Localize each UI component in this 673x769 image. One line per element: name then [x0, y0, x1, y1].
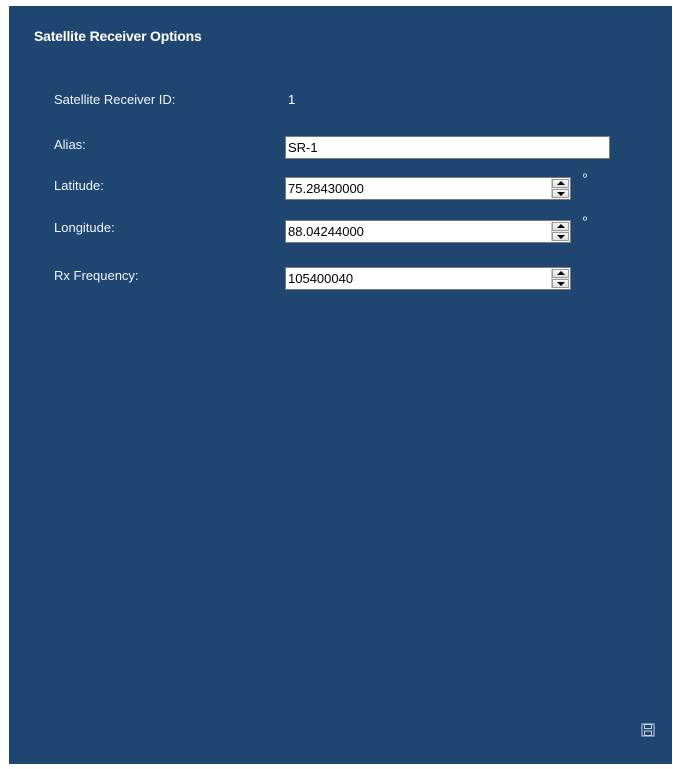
rx-frequency-label: Rx Frequency:: [54, 268, 139, 283]
latitude-value[interactable]: 75.28430000: [288, 178, 364, 199]
save-icon[interactable]: [641, 723, 655, 737]
latitude-spinner[interactable]: [551, 179, 569, 198]
latitude-decrement-button[interactable]: [552, 189, 569, 198]
receiver-id-label: Satellite Receiver ID:: [54, 92, 176, 107]
latitude-stepper[interactable]: 75.28430000: [285, 177, 571, 200]
up-arrow-icon: [557, 224, 565, 228]
rx-frequency-stepper[interactable]: 105400040: [285, 267, 571, 290]
rx-frequency-spinner[interactable]: [551, 269, 569, 288]
latitude-unit: º: [583, 172, 588, 184]
latitude-increment-button[interactable]: [552, 179, 569, 188]
satellite-receiver-options-panel: Satellite Receiver Options Satellite Rec…: [9, 6, 672, 764]
rx-frequency-decrement-button[interactable]: [552, 279, 569, 288]
alias-label: Alias:: [54, 137, 86, 152]
down-arrow-icon: [557, 282, 565, 286]
down-arrow-icon: [557, 192, 565, 196]
latitude-label: Latitude:: [54, 178, 104, 193]
rx-frequency-value[interactable]: 105400040: [288, 268, 353, 289]
up-arrow-icon: [557, 181, 565, 185]
longitude-label: Longitude:: [54, 220, 115, 235]
panel-title: Satellite Receiver Options: [34, 28, 202, 44]
rx-frequency-increment-button[interactable]: [552, 269, 569, 278]
up-arrow-icon: [557, 271, 565, 275]
alias-input[interactable]: [285, 136, 610, 159]
longitude-decrement-button[interactable]: [552, 232, 569, 241]
longitude-value[interactable]: 88.04244000: [288, 221, 364, 242]
down-arrow-icon: [557, 235, 565, 239]
longitude-unit: º: [583, 215, 588, 227]
longitude-spinner[interactable]: [551, 222, 569, 241]
longitude-stepper[interactable]: 88.04244000: [285, 220, 571, 243]
receiver-id-value: 1: [288, 92, 296, 107]
longitude-increment-button[interactable]: [552, 222, 569, 231]
